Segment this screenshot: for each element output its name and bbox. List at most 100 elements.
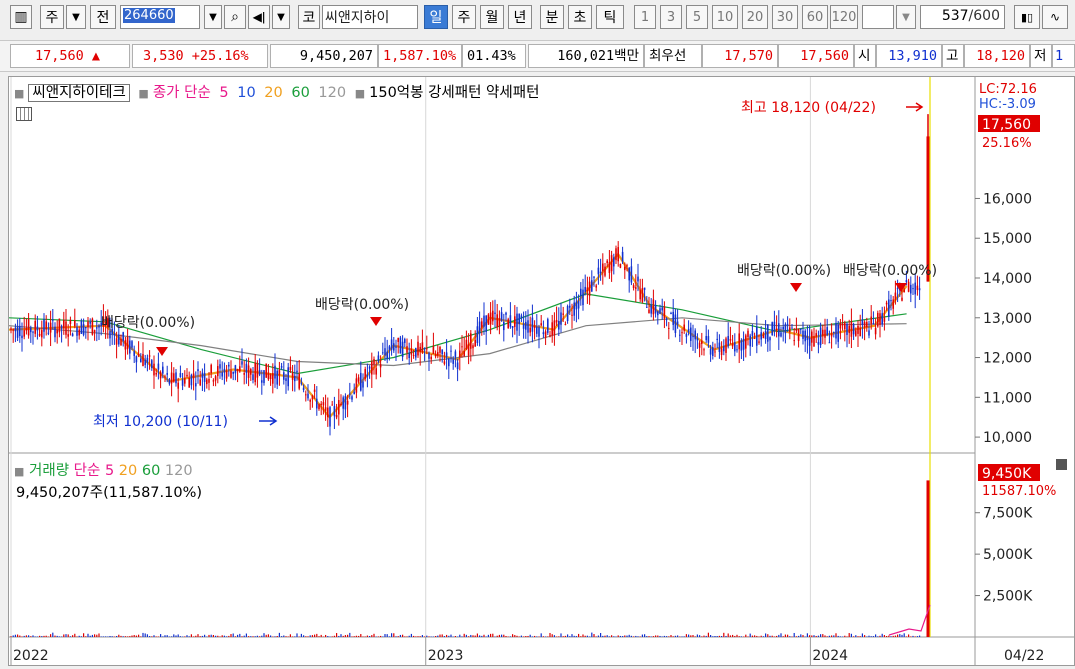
period-year-label: 년 (513, 10, 527, 26)
candle-body (225, 370, 228, 379)
minute-1[interactable]: 1 (634, 5, 656, 29)
candle-body (395, 346, 397, 348)
candle-body (595, 285, 597, 288)
mode-button[interactable]: 전 (90, 5, 116, 29)
x-tick-label: 2023 (428, 648, 464, 664)
candle-body (564, 323, 567, 325)
chart-area[interactable]: 2022 2023 2024 04/22 10,000 11,000 12,000 13,00… (8, 76, 1075, 666)
candle-body (872, 322, 875, 324)
market-button[interactable]: 코 (298, 5, 320, 29)
type-dropdown-icon[interactable]: ▼ (66, 5, 86, 29)
candle-body (212, 380, 215, 382)
candle-body (822, 329, 824, 336)
candle-body (67, 334, 69, 337)
speaker-icon[interactable]: ◀ǀ (248, 5, 270, 29)
candle-body (78, 329, 80, 336)
legend-square-icon: ■ (14, 465, 25, 478)
minute-dropdown-icon[interactable]: ▼ (896, 5, 916, 29)
chart-window-icon[interactable]: ▥ (10, 5, 32, 29)
best-ask: 17,570 (724, 48, 773, 64)
market-label: 코 (302, 10, 316, 26)
minute-10[interactable]: 10 (712, 5, 738, 29)
period-month-label: 월 (485, 10, 499, 26)
candle-body (388, 346, 391, 350)
candle-body (448, 358, 450, 367)
minute-custom-input[interactable] (862, 5, 894, 29)
candle-body (175, 372, 177, 384)
period-day[interactable]: 일 (424, 5, 448, 29)
stock-chart[interactable]: 2022 2023 2024 04/22 10,000 11,000 12,000 13,00… (8, 77, 1074, 665)
candle-body (910, 284, 912, 294)
candle-body (362, 381, 364, 388)
speaker-dropdown-icon[interactable]: ▼ (272, 5, 290, 29)
minute-30[interactable]: 30 (772, 5, 798, 29)
candle-body (142, 354, 144, 366)
period-minute[interactable]: 분 (540, 5, 564, 29)
candle-body (256, 363, 259, 378)
minute-5[interactable]: 5 (686, 5, 708, 29)
candle-body (379, 364, 382, 368)
candle-body (203, 372, 206, 382)
candle-body (848, 325, 850, 334)
candle-body (56, 329, 58, 334)
candle-body (826, 327, 828, 335)
minute-3[interactable]: 3 (660, 5, 682, 29)
candle-body (472, 345, 474, 349)
candle-body (148, 355, 151, 357)
candle-body (241, 361, 243, 365)
candle-body (577, 300, 580, 309)
candle-body (668, 327, 670, 329)
candle-body (905, 280, 908, 282)
candle-body (888, 299, 890, 317)
candle-body (742, 338, 745, 350)
type-select[interactable]: 주 (40, 5, 64, 29)
candle-body (230, 370, 232, 378)
legend-stock-name[interactable]: 씨앤지하이테크 (28, 84, 130, 102)
legend-pattern[interactable]: 150억봉 강세패턴 약세패턴 (369, 85, 539, 101)
candle-body (173, 373, 175, 382)
candle-body (214, 376, 217, 381)
indicator-icon[interactable]: ∿ (1042, 5, 1068, 29)
legend-ma-label[interactable]: 종가 단순 (153, 85, 211, 101)
period-year[interactable]: 년 (508, 5, 532, 29)
candle-body (93, 330, 96, 333)
candle-body (683, 324, 685, 331)
stock-name-box[interactable]: 씨앤지하이 (322, 5, 418, 29)
minute-120[interactable]: 120 (830, 5, 858, 29)
legend-square-icon: ■ (138, 87, 149, 100)
candle-body (896, 288, 899, 290)
volume-ma-label[interactable]: 단순 (74, 463, 101, 479)
minute-60[interactable]: 60 (802, 5, 828, 29)
ex-dividend-label: 배당락(0.00%) (737, 263, 831, 279)
candle-body (291, 372, 294, 380)
volume-label[interactable]: 거래량 (29, 463, 69, 479)
minute-10-label: 10 (716, 9, 734, 25)
candle-body (349, 393, 351, 395)
period-month[interactable]: 월 (480, 5, 504, 29)
code-dropdown-icon[interactable]: ▼ (204, 5, 222, 29)
search-icon[interactable]: ⌕ (224, 5, 246, 29)
candle-body (701, 340, 703, 344)
period-week[interactable]: 주 (452, 5, 476, 29)
toolbar: ▥ 주 ▼ 전 264660 ▼ ⌕ ◀ǀ ▼ 코 씨앤지하이 일 주 월 년 … (0, 0, 1075, 41)
candle-body (615, 248, 617, 261)
maximize-icon[interactable] (1056, 459, 1067, 470)
price-tick-label: 14,000 (983, 271, 1032, 287)
candle-body (377, 355, 380, 362)
count-box[interactable]: 537/600 (920, 5, 1005, 29)
candle-type-icon[interactable]: ▮▯ (1014, 5, 1040, 29)
candle-body (830, 333, 833, 337)
period-tick[interactable]: 틱 (596, 5, 624, 29)
candle-body (648, 309, 650, 314)
legend-ma5: 5 (219, 85, 229, 101)
candle-body (258, 370, 261, 375)
candle-body (393, 343, 395, 351)
minute-20[interactable]: 20 (742, 5, 768, 29)
candle-body (560, 312, 562, 325)
period-second[interactable]: 초 (568, 5, 592, 29)
candle-body (340, 403, 342, 405)
table-icon[interactable] (16, 107, 32, 121)
candle-body (278, 370, 281, 376)
code-input[interactable]: 264660 (120, 5, 200, 29)
candle-body (417, 341, 419, 356)
